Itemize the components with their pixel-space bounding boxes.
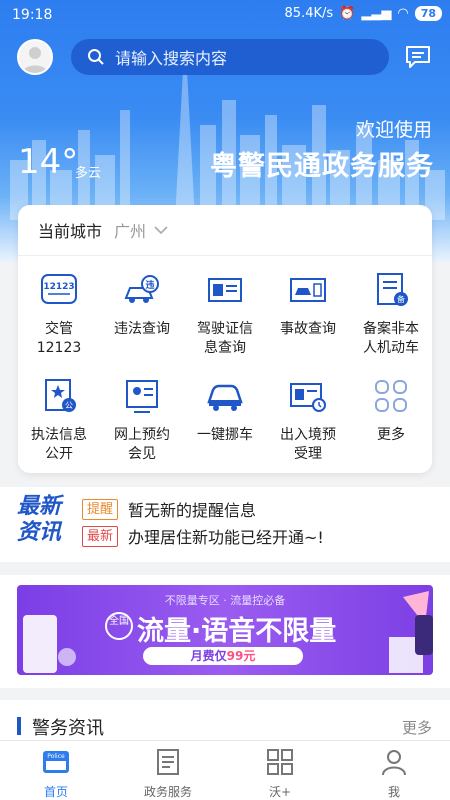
exit-entry-icon	[290, 383, 326, 412]
svg-text:Police: Police	[47, 753, 65, 760]
accident-query-icon	[290, 278, 326, 302]
user-avatar[interactable]	[17, 39, 53, 75]
tab-gov-services[interactable]: 政务服务	[112, 747, 224, 800]
svg-text:备: 备	[397, 294, 405, 304]
tab-home[interactable]: Police 首页	[0, 747, 112, 800]
search-bar[interactable]: 请输入搜索内容	[71, 39, 389, 75]
service-label: 交管 12123	[36, 321, 82, 356]
avatar-placeholder-icon	[23, 47, 47, 73]
brand-title: 粤警民通政务服务	[210, 151, 434, 182]
police-home-icon: Police	[43, 751, 69, 773]
section-accent-bar	[17, 717, 21, 735]
document-icon	[157, 749, 179, 775]
banner-title: 流量·语音不限量	[137, 616, 337, 647]
svg-text:12123: 12123	[43, 282, 74, 292]
more-link[interactable]: 更多	[402, 717, 432, 738]
grid-icon	[267, 749, 293, 775]
service-label: 出入境预 受理	[280, 427, 336, 462]
service-accident[interactable]: 事故查询	[267, 270, 349, 339]
service-label: 更多	[377, 427, 405, 443]
tab-label: 政务服务	[143, 785, 192, 799]
message-icon[interactable]	[404, 43, 432, 71]
signal-icon: ▂▃▅	[361, 6, 392, 21]
welcome-text: 欢迎使用	[355, 119, 432, 141]
svg-text:违: 违	[145, 279, 154, 291]
move-car-icon	[207, 384, 243, 411]
service-license[interactable]: 驾驶证信 息查询	[184, 270, 266, 358]
more-grid-icon	[375, 380, 407, 412]
tab-me[interactable]: 我	[338, 747, 450, 800]
service-vehicle-filing[interactable]: 备 备案非本 人机动车	[350, 270, 432, 358]
svg-text:公: 公	[65, 401, 73, 410]
news-item[interactable]: 最新 办理居住新功能已经开通~!	[82, 524, 324, 548]
vehicle-filing-icon: 备	[377, 273, 408, 306]
status-time: 19:18	[12, 7, 53, 23]
appointment-icon	[126, 380, 158, 413]
status-bar: 19:18 85.4K/s ⏰ ▂▃▅ ◠ 78	[0, 0, 450, 30]
promo-banner[interactable]: 不限量专区 · 流量控必备 全国 流量·语音不限量 月费仅99元	[17, 585, 433, 675]
bottom-tab-bar: Police 首页 政务服务 沃+ 我	[0, 740, 450, 800]
service-label: 网上预约 会见	[114, 427, 170, 462]
search-placeholder: 请输入搜索内容	[115, 49, 228, 68]
service-label: 备案非本 人机动车	[363, 321, 419, 356]
banner-subtitle: 不限量专区 · 流量控必备	[164, 594, 286, 607]
city-label: 当前城市	[38, 222, 103, 241]
service-label: 一键挪车	[197, 427, 253, 443]
battery-indicator: 78	[414, 6, 442, 21]
law-info-icon: 公	[45, 379, 76, 412]
news-text: 办理居住新功能已经开通~!	[128, 528, 324, 547]
tab-wo-plus[interactable]: 沃+	[224, 747, 336, 800]
network-speed: 85.4K/s	[284, 6, 334, 21]
alarm-icon: ⏰	[339, 6, 356, 21]
temperature: 14°	[18, 142, 79, 182]
jiaoguan-12123-icon: 12123	[41, 274, 77, 304]
service-label: 违法查询	[114, 321, 170, 337]
service-violation[interactable]: 违 违法查询	[101, 270, 183, 339]
city-selector[interactable]: 当前城市 广州	[38, 215, 168, 245]
news-text: 暂无新的提醒信息	[128, 501, 257, 520]
service-jiaoguan[interactable]: 12123 交管 12123	[18, 270, 100, 358]
banner-price: 月费仅99元	[143, 647, 303, 665]
service-law-info[interactable]: 公 执法信息 公开	[18, 376, 100, 464]
tab-label: 沃+	[268, 785, 292, 799]
service-label: 执法信息 公开	[31, 427, 87, 462]
service-label: 事故查询	[280, 321, 336, 337]
chevron-down-icon	[154, 226, 168, 235]
service-label: 驾驶证信 息查询	[197, 321, 253, 356]
tab-label: 我	[387, 785, 400, 799]
city-value: 广州	[114, 222, 147, 241]
news-logo: 最新 资讯	[17, 494, 62, 545]
nationwide-badge: 全国	[105, 612, 133, 640]
service-appointment[interactable]: 网上预约 会见	[101, 376, 183, 464]
reminder-tag: 提醒	[82, 498, 119, 520]
divider	[18, 255, 432, 256]
wifi-icon: ◠	[397, 6, 409, 21]
license-query-icon	[208, 278, 242, 302]
person-icon	[382, 750, 406, 776]
search-icon	[88, 49, 104, 65]
tab-label: 首页	[43, 785, 68, 799]
section-title: 警务资讯	[32, 718, 104, 739]
latest-tag: 最新	[82, 525, 119, 547]
latest-news: 最新 资讯 提醒 暂无新的提醒信息 最新 办理居住新功能已经开通~!	[0, 487, 450, 562]
service-exit-entry[interactable]: 出入境预 受理	[267, 376, 349, 464]
violation-query-icon: 违	[124, 275, 159, 303]
services-card: 当前城市 广州 12123 交管 12123 违 违法查询 驾驶证信 息查询 事…	[18, 205, 432, 473]
service-more[interactable]: 更多	[350, 376, 432, 445]
news-item[interactable]: 提醒 暂无新的提醒信息	[82, 497, 256, 521]
promo-section: 不限量专区 · 流量控必备 全国 流量·语音不限量 月费仅99元	[0, 575, 450, 688]
weather-condition: 多云	[75, 166, 102, 181]
service-move-car[interactable]: 一键挪车	[184, 376, 266, 445]
